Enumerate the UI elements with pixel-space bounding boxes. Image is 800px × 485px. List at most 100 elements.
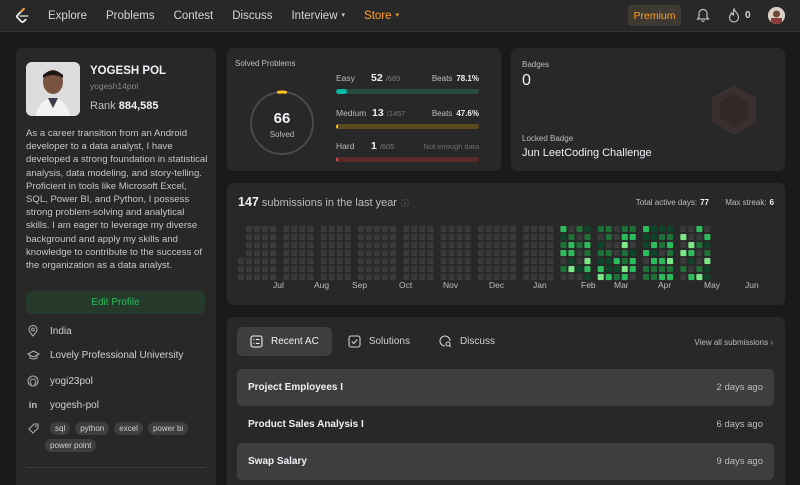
heatmap-day-cell[interactable]: [328, 266, 335, 273]
heatmap-day-cell[interactable]: [464, 274, 471, 281]
heatmap-day-cell[interactable]: [704, 226, 711, 233]
heatmap-day-cell[interactable]: [696, 258, 703, 265]
heatmap-day-cell[interactable]: [597, 250, 604, 257]
heatmap-day-cell[interactable]: [531, 250, 538, 257]
heatmap-day-cell[interactable]: [419, 226, 426, 233]
heatmap-day-cell[interactable]: [621, 226, 628, 233]
heatmap-day-cell[interactable]: [613, 250, 620, 257]
heatmap-day-cell[interactable]: [501, 258, 508, 265]
heatmap-day-cell[interactable]: [667, 226, 674, 233]
heatmap-day-cell[interactable]: [621, 250, 628, 257]
heatmap-day-cell[interactable]: [576, 258, 583, 265]
heatmap-day-cell[interactable]: [320, 242, 327, 249]
view-all-submissions-link[interactable]: View all submissions ›: [694, 338, 773, 347]
heatmap-day-cell[interactable]: [485, 250, 492, 257]
heatmap-day-cell[interactable]: [464, 250, 471, 257]
heatmap-day-cell[interactable]: [389, 266, 396, 273]
heatmap-day-cell[interactable]: [501, 266, 508, 273]
heatmap-day-cell[interactable]: [659, 266, 666, 273]
heatmap-day-cell[interactable]: [291, 274, 298, 281]
heatmap-day-cell[interactable]: [357, 250, 364, 257]
heatmap-day-cell[interactable]: [643, 274, 650, 281]
heatmap-day-cell[interactable]: [680, 258, 687, 265]
heatmap-day-cell[interactable]: [485, 242, 492, 249]
heatmap-day-cell[interactable]: [584, 226, 591, 233]
heatmap-day-cell[interactable]: [373, 258, 380, 265]
heatmap-day-cell[interactable]: [568, 266, 575, 273]
heatmap-day-cell[interactable]: [597, 226, 604, 233]
heatmap-day-cell[interactable]: [696, 274, 703, 281]
heatmap-day-cell[interactable]: [381, 242, 388, 249]
heatmap-day-cell[interactable]: [238, 266, 245, 273]
heatmap-day-cell[interactable]: [576, 266, 583, 273]
heatmap-day-cell[interactable]: [381, 274, 388, 281]
heatmap-day-cell[interactable]: [357, 226, 364, 233]
heatmap-day-cell[interactable]: [613, 242, 620, 249]
heatmap-day-cell[interactable]: [493, 250, 500, 257]
heatmap-day-cell[interactable]: [427, 258, 434, 265]
heatmap-day-cell[interactable]: [509, 274, 516, 281]
heatmap-day-cell[interactable]: [291, 234, 298, 241]
heatmap-day-cell[interactable]: [254, 234, 261, 241]
heatmap-day-cell[interactable]: [688, 266, 695, 273]
heatmap-day-cell[interactable]: [597, 274, 604, 281]
heatmap-day-cell[interactable]: [704, 266, 711, 273]
heatmap-day-cell[interactable]: [262, 250, 269, 257]
heatmap-day-cell[interactable]: [680, 226, 687, 233]
heatmap-day-cell[interactable]: [560, 258, 567, 265]
heatmap-day-cell[interactable]: [643, 242, 650, 249]
heatmap-day-cell[interactable]: [501, 242, 508, 249]
heatmap-day-cell[interactable]: [283, 250, 290, 257]
heatmap-day-cell[interactable]: [336, 274, 343, 281]
heatmap-day-cell[interactable]: [560, 250, 567, 257]
github-row[interactable]: yogi23pol: [26, 375, 93, 387]
heatmap-day-cell[interactable]: [696, 234, 703, 241]
heatmap-day-cell[interactable]: [299, 242, 306, 249]
heatmap-day-cell[interactable]: [568, 250, 575, 257]
heatmap-day-cell[interactable]: [659, 234, 666, 241]
nav-problems[interactable]: Problems: [106, 10, 155, 22]
heatmap-day-cell[interactable]: [246, 234, 253, 241]
tab-recent-ac[interactable]: Recent AC: [237, 327, 332, 356]
heatmap-day-cell[interactable]: [456, 266, 463, 273]
edit-profile-button[interactable]: Edit Profile: [26, 291, 205, 314]
heatmap-day-cell[interactable]: [419, 234, 426, 241]
heatmap-day-cell[interactable]: [667, 258, 674, 265]
heatmap-day-cell[interactable]: [477, 266, 484, 273]
heatmap-day-cell[interactable]: [262, 274, 269, 281]
heatmap-day-cell[interactable]: [477, 234, 484, 241]
heatmap-day-cell[interactable]: [448, 266, 455, 273]
skill-tag[interactable]: python: [75, 422, 110, 435]
heatmap-day-cell[interactable]: [283, 258, 290, 265]
heatmap-day-cell[interactable]: [651, 274, 658, 281]
heatmap-day-cell[interactable]: [613, 266, 620, 273]
heatmap-day-cell[interactable]: [307, 234, 314, 241]
heatmap-day-cell[interactable]: [299, 234, 306, 241]
heatmap-day-cell[interactable]: [531, 242, 538, 249]
heatmap-day-cell[interactable]: [523, 226, 530, 233]
heatmap-day-cell[interactable]: [456, 242, 463, 249]
heatmap-day-cell[interactable]: [651, 258, 658, 265]
heatmap-day-cell[interactable]: [584, 266, 591, 273]
heatmap-day-cell[interactable]: [680, 242, 687, 249]
heatmap-day-cell[interactable]: [381, 258, 388, 265]
list-item[interactable]: Project Employees I 2 days ago: [237, 369, 774, 406]
heatmap-day-cell[interactable]: [344, 226, 351, 233]
heatmap-day-cell[interactable]: [584, 258, 591, 265]
heatmap-day-cell[interactable]: [477, 274, 484, 281]
heatmap-day-cell[interactable]: [328, 234, 335, 241]
heatmap-day-cell[interactable]: [509, 234, 516, 241]
heatmap-day-cell[interactable]: [299, 266, 306, 273]
heatmap-day-cell[interactable]: [651, 266, 658, 273]
heatmap-day-cell[interactable]: [448, 242, 455, 249]
heatmap-day-cell[interactable]: [485, 258, 492, 265]
heatmap-day-cell[interactable]: [336, 234, 343, 241]
heatmap-day-cell[interactable]: [283, 266, 290, 273]
heatmap-day-cell[interactable]: [539, 226, 546, 233]
heatmap-day-cell[interactable]: [539, 258, 546, 265]
heatmap-day-cell[interactable]: [485, 234, 492, 241]
heatmap-day-cell[interactable]: [419, 258, 426, 265]
heatmap-day-cell[interactable]: [667, 266, 674, 273]
heatmap-day-cell[interactable]: [440, 258, 447, 265]
heatmap-day-cell[interactable]: [509, 242, 516, 249]
